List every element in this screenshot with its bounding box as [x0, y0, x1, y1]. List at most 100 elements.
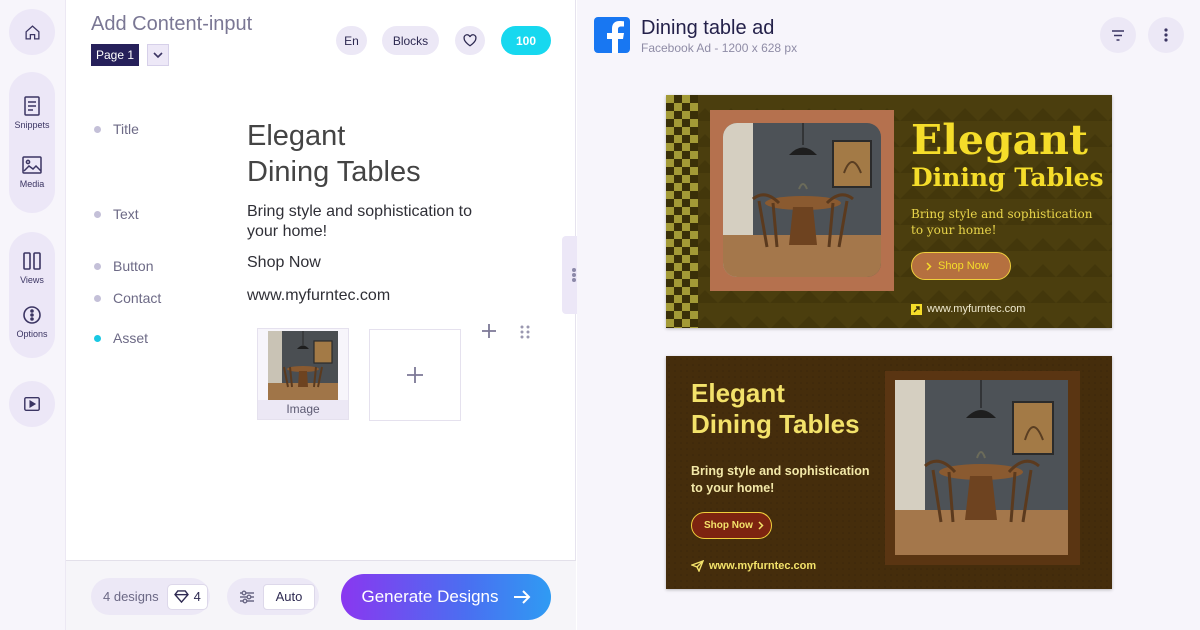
- snippets-button[interactable]: Snippets: [14, 96, 50, 131]
- field-text-label: Text: [94, 206, 139, 222]
- ad2-url: www.myfurntec.com: [709, 560, 817, 572]
- options-label: Options: [16, 328, 48, 339]
- layout-group: Views Options: [9, 232, 55, 358]
- sliders-icon: [240, 590, 254, 603]
- text-label-text: Text: [113, 206, 139, 222]
- title-line-1: Elegant: [247, 120, 346, 152]
- chevron-right-icon: [926, 261, 932, 271]
- ad2-headline-2: Dining Tables: [691, 409, 860, 439]
- ad1-body: Bring style and sophistication to your h…: [911, 207, 1093, 237]
- asset-thumbnail: [268, 331, 338, 401]
- field-button-label: Button: [94, 258, 153, 274]
- chevron-down-icon: [153, 51, 163, 58]
- content-input-panel: Add Content-input Page 1 En Blocks 100 T…: [66, 0, 576, 630]
- ad2-headline-1: Elegant: [691, 378, 785, 408]
- field-title-label: Title: [94, 121, 139, 137]
- blocks-button[interactable]: Blocks: [382, 26, 439, 55]
- send-icon: [691, 560, 704, 572]
- asset-caption: Image: [258, 400, 348, 419]
- options-icon: [23, 305, 41, 324]
- add-field-button[interactable]: [482, 323, 496, 342]
- title-input[interactable]: Elegant Dining Tables: [247, 118, 421, 190]
- facebook-icon: [594, 17, 630, 53]
- language-button[interactable]: En: [336, 26, 367, 55]
- home-button[interactable]: [9, 9, 55, 55]
- field-dot-active: [94, 334, 101, 342]
- plus-icon: [407, 367, 423, 383]
- home-icon: [24, 24, 40, 40]
- ad1-cta-label: Shop Now: [938, 260, 989, 272]
- page-dropdown-button[interactable]: [147, 44, 169, 66]
- ad1-headline-2: Dining Tables: [911, 163, 1104, 192]
- generation-settings[interactable]: Auto: [227, 578, 319, 615]
- asset-image-card[interactable]: Image: [257, 328, 349, 420]
- button-input[interactable]: Shop Now: [247, 254, 321, 272]
- ad1-url-row: www.myfurntec.com: [911, 303, 1025, 315]
- ad1-cta-button[interactable]: Shop Now: [911, 252, 1011, 280]
- snippets-icon: [24, 96, 40, 117]
- media-button[interactable]: Media: [19, 155, 45, 189]
- designs-count-pill[interactable]: 4 designs 4: [91, 578, 210, 615]
- asset-label-text: Asset: [113, 330, 149, 346]
- views-button[interactable]: Views: [20, 251, 44, 285]
- content-group: Snippets Media: [9, 72, 55, 213]
- chevron-right-icon: [758, 521, 764, 530]
- credits-badge[interactable]: 100: [501, 26, 551, 55]
- contact-input[interactable]: www.myfurntec.com: [247, 287, 390, 305]
- ad2-url-row: www.myfurntec.com: [691, 560, 816, 572]
- ad2-cta-button[interactable]: Shop Now: [691, 512, 772, 539]
- media-icon: [22, 155, 42, 174]
- views-label: Views: [20, 275, 44, 286]
- mode-select[interactable]: Auto: [263, 583, 315, 610]
- add-asset-button[interactable]: [369, 329, 461, 421]
- title-line-2: Dining Tables: [247, 156, 421, 188]
- plus-icon: [482, 324, 496, 338]
- gem-credit-box: 4: [166, 583, 208, 610]
- field-contact-label: Contact: [94, 290, 161, 306]
- ad2-cta-label: Shop Now: [704, 520, 753, 531]
- left-rail: Snippets Media Views Options: [0, 0, 66, 630]
- drag-handle[interactable]: [520, 324, 530, 343]
- play-icon: [24, 396, 40, 412]
- designs-count: 4 designs: [103, 589, 159, 604]
- more-vertical-icon: [1164, 28, 1168, 42]
- ad-subtitle: Facebook Ad - 1200 x 628 px: [641, 41, 798, 55]
- generate-label: Generate Designs: [361, 587, 499, 606]
- link-icon: [911, 303, 922, 315]
- page-selector[interactable]: Page 1: [91, 44, 140, 66]
- generate-designs-button[interactable]: Generate Designs: [341, 574, 551, 620]
- field-dot: [94, 294, 101, 302]
- field-dot: [94, 125, 101, 133]
- field-dot: [94, 262, 101, 270]
- panel-footer: 4 designs 4 Auto Generate Designs: [66, 560, 576, 630]
- gem-count: 4: [193, 589, 201, 604]
- drag-handle-icon: [520, 325, 530, 339]
- field-asset-label: Asset: [94, 330, 148, 346]
- text-input[interactable]: Bring style and sophistication to your h…: [247, 202, 507, 242]
- media-label: Media: [19, 178, 45, 189]
- filter-button[interactable]: [1100, 17, 1136, 53]
- ad-title: Dining table ad: [641, 17, 775, 39]
- ad-design-1[interactable]: Elegant Dining Tables Bring style and so…: [666, 95, 1112, 328]
- filter-icon: [1112, 29, 1124, 41]
- preview-play-button[interactable]: [9, 381, 55, 427]
- views-icon: [23, 252, 41, 271]
- button-label-text: Button: [113, 258, 154, 274]
- ad2-body: Bring style and sophistication to your h…: [691, 464, 870, 495]
- ad1-headline-1: Elegant: [911, 116, 1088, 164]
- app: Snippets Media Views Options Add Content…: [0, 0, 1200, 630]
- contact-label-text: Contact: [113, 290, 162, 306]
- title-label-text: Title: [113, 121, 139, 137]
- snippets-label: Snippets: [14, 120, 50, 131]
- preview-panel: Dining table ad Facebook Ad - 1200 x 628…: [577, 0, 1200, 630]
- options-button[interactable]: Options: [16, 305, 48, 339]
- more-options-button[interactable]: [1148, 17, 1184, 53]
- panel-title: Add Content-input: [91, 13, 253, 35]
- field-dot: [94, 210, 101, 218]
- arrow-right-icon: [513, 590, 530, 604]
- heart-icon: [463, 34, 477, 47]
- favorite-button[interactable]: [455, 26, 485, 55]
- ad-design-2[interactable]: Elegant Dining Tables Bring style and so…: [666, 356, 1112, 589]
- gem-icon: [173, 590, 189, 603]
- ad1-url: www.myfurntec.com: [927, 303, 1026, 315]
